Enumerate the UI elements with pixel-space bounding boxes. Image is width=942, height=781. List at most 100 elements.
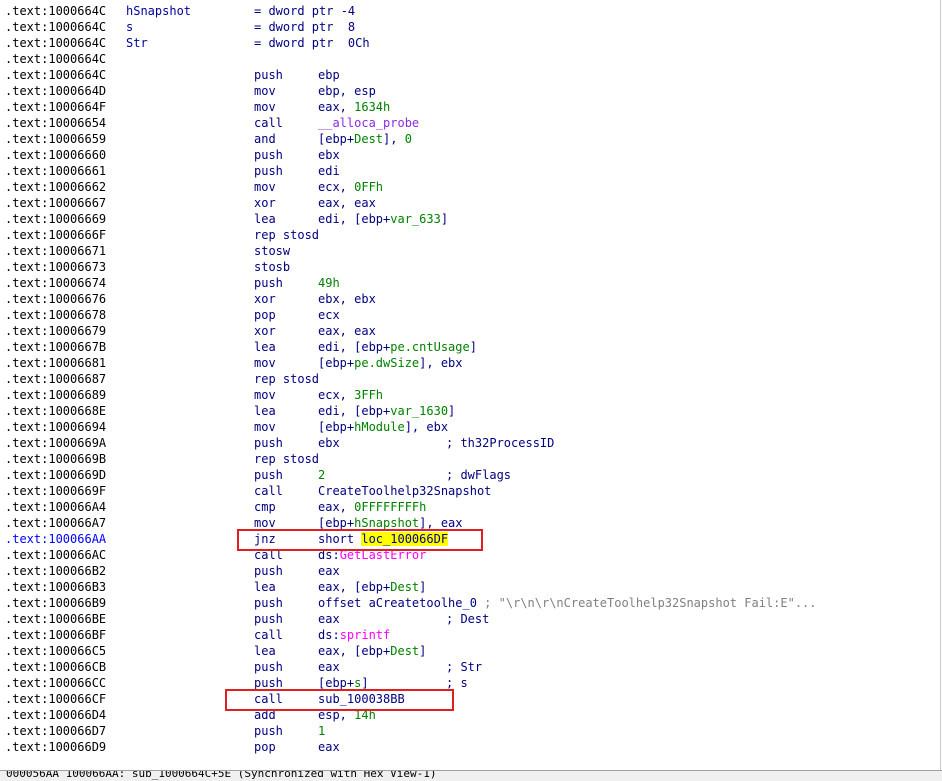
instruction-mnemonic: and [254, 132, 276, 146]
operand-token: Dest [354, 132, 384, 146]
instruction-mnemonic: mov [254, 84, 276, 98]
line-address: .text:100066B3 [5, 580, 107, 594]
line-address: .text:1000664C [5, 36, 107, 50]
line-address: .text:1000669A [5, 436, 107, 450]
instruction-operands: eax, [ebp+Dest] [318, 579, 426, 595]
operand-token: 0FFFFFFFFh [354, 500, 427, 514]
instruction-mnemonic: call [254, 628, 283, 642]
instruction-mnemonic: push [254, 164, 283, 178]
operand-token[interactable]: __alloca_probe [318, 116, 419, 130]
line-address: .text:10006671 [5, 244, 107, 258]
operand-token: eax, [318, 100, 355, 114]
instruction-operands: ecx, 3FFh [318, 387, 383, 403]
operand-token: ebx [318, 148, 340, 162]
line-address: .text:100066B9 [5, 596, 107, 610]
line-comment: ; th32ProcessID [446, 436, 555, 450]
line-address: .text:10006678 [5, 308, 107, 322]
line-address: .text:100066BF [5, 628, 107, 642]
operand-token: edi, [ebp+ [318, 212, 391, 226]
instruction-mnemonic: lea [254, 580, 276, 594]
operand-token: ecx, [318, 180, 355, 194]
instruction-mnemonic: push [254, 68, 283, 82]
listing-scrollbar-edge [940, 0, 941, 770]
line-address: .text:100066D9 [5, 740, 107, 754]
stack-variable-offset: = dword ptr -4 [254, 4, 356, 18]
operand-token: pe.dwSize [354, 356, 420, 370]
instruction-mnemonic: stosb [254, 260, 291, 274]
instruction-operands: ecx, 0FFh [318, 179, 383, 195]
line-address: .text:10006660 [5, 148, 107, 162]
operand-token: eax, [ebp+ [318, 580, 391, 594]
operand-token: [ebp+ [318, 676, 355, 690]
line-address: .text:10006669 [5, 212, 107, 226]
operand-token: hModule [354, 420, 405, 434]
operand-token: CreateToolhelp32Snapshot [318, 484, 492, 498]
instruction-operands: eax, eax [318, 195, 376, 211]
instruction-operands: offset aCreatetoolhe_0 ; "\r\n\r\nCreate… [318, 595, 817, 611]
operand-token: edi, [ebp+ [318, 404, 391, 418]
line-address: .text:100066CC [5, 676, 107, 690]
instruction-mnemonic: push [254, 612, 283, 626]
operand-token: var_1630 [390, 404, 449, 418]
operand-token: eax, [318, 500, 355, 514]
instruction-mnemonic: push [254, 436, 283, 450]
instruction-mnemonic: push [254, 564, 283, 578]
line-address: .text:100066D4 [5, 708, 107, 722]
line-address: .text:100066AA [5, 532, 107, 546]
operand-token: 0FFh [354, 180, 384, 194]
instruction-mnemonic: cmp [254, 500, 276, 514]
instruction-operands: ebx [318, 147, 340, 163]
operand-token[interactable]: sprintf [340, 628, 391, 642]
operand-token: ds: [318, 628, 340, 642]
instruction-mnemonic: mov [254, 100, 276, 114]
line-address: .text:10006659 [5, 132, 107, 146]
instruction-mnemonic: xor [254, 292, 276, 306]
instruction-operands: ebx, ebx [318, 291, 376, 307]
operand-token: ] [440, 212, 449, 226]
instruction-mnemonic: pop [254, 308, 276, 322]
line-address: .text:100066CF [5, 692, 107, 706]
operand-token: [ebp+ [318, 420, 355, 434]
instruction-mnemonic: push [254, 148, 283, 162]
instruction-mnemonic: rep stosd [254, 372, 320, 386]
instruction-operands: [ebp+Dest], 0 [318, 131, 412, 147]
instruction-operands: CreateToolhelp32Snapshot [318, 483, 491, 499]
line-comment: ; Str [446, 660, 483, 674]
disassembly-listing[interactable]: .text:1000664C hSnapshot = dword ptr -4 .te… [0, 0, 940, 770]
operand-token: ] [469, 340, 477, 354]
instruction-operands: eax, 1634h [318, 99, 390, 115]
instruction-operands: eax [318, 739, 340, 755]
instruction-operands: eax, 0FFFFFFFFh [318, 499, 426, 515]
instruction-operands: eax [318, 563, 340, 579]
instruction-mnemonic: mov [254, 388, 276, 402]
instruction-operands: eax [318, 611, 340, 627]
operand-token: offset aCreatetoolhe_0 [318, 596, 485, 610]
line-address: .text:10006654 [5, 116, 107, 130]
line-address: .text:10006661 [5, 164, 107, 178]
instruction-operands: ebx [318, 435, 340, 451]
line-address: .text:1000666F [5, 228, 107, 242]
operand-token: ebx [318, 436, 340, 450]
operand-token: Dest [390, 580, 420, 594]
line-address: .text:1000668E [5, 404, 107, 418]
operand-token: ecx, [318, 388, 355, 402]
line-address: .text:10006694 [5, 420, 107, 434]
operand-token: eax, [ebp+ [318, 644, 391, 658]
instruction-mnemonic: push [254, 276, 283, 290]
line-address: .text:100066B2 [5, 564, 107, 578]
operand-token: 0 [404, 132, 412, 146]
line-address: .text:1000669B [5, 452, 107, 466]
instruction-operands: ebp, esp [318, 83, 376, 99]
instruction-mnemonic: push [254, 724, 283, 738]
instruction-mnemonic: rep stosd [254, 452, 320, 466]
stack-variable-name: s [126, 20, 134, 34]
line-address: .text:10006674 [5, 276, 107, 290]
stack-variable-offset: = dword ptr 0Ch [254, 36, 370, 50]
line-comment: ; dwFlags [446, 468, 512, 482]
operand-token: ], ebx [404, 420, 449, 434]
operand-token: eax [318, 740, 340, 754]
stack-variable-name: Str [126, 36, 148, 50]
line-address: .text:1000669D [5, 468, 107, 482]
instruction-mnemonic: push [254, 468, 283, 482]
operand-token: ] [419, 644, 427, 658]
